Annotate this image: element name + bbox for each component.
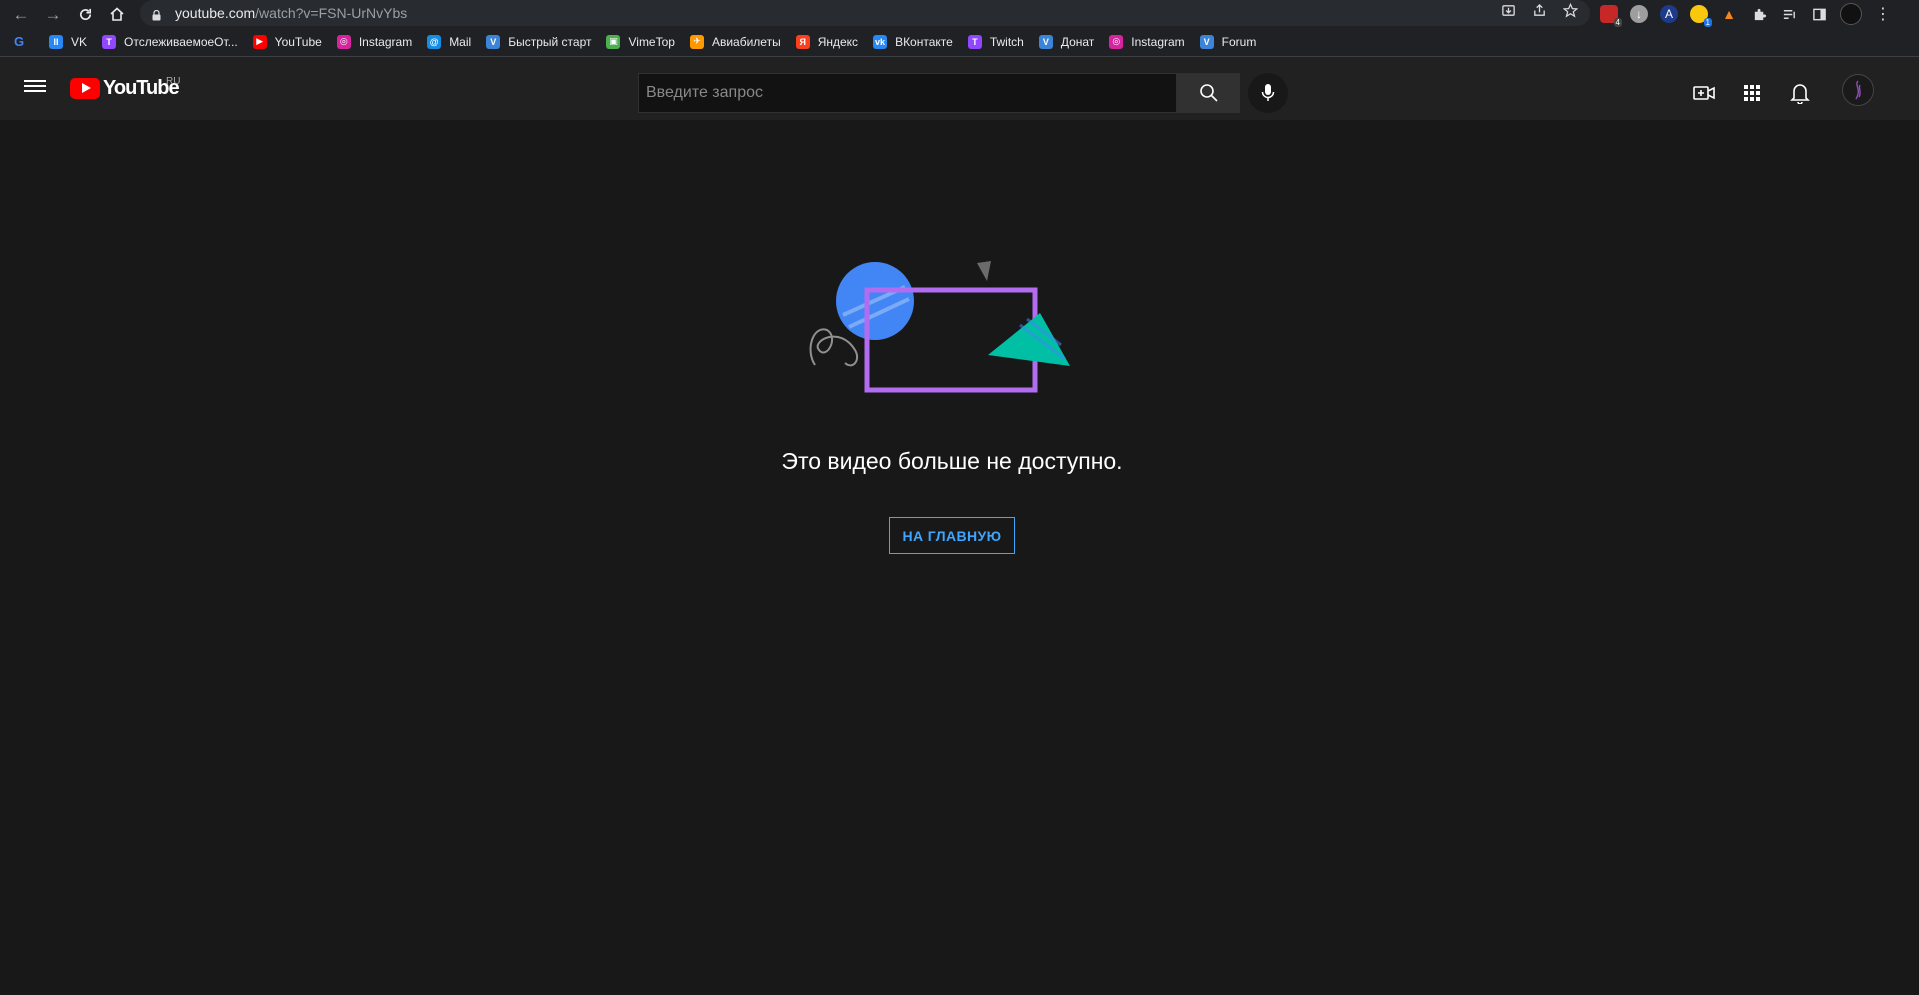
mail-icon: @ [427, 34, 442, 49]
bookmark-item[interactable]: ▣ VimeTop [606, 34, 675, 49]
bookmark-label: ОтслеживаемоеОт... [124, 34, 238, 49]
bookmark-item[interactable]: G [12, 34, 34, 49]
bookmark-item[interactable]: ✈ Авиабилеты [689, 34, 781, 49]
address-bar[interactable]: youtube.com/watch?v=FSN-UrNvYbs [140, 0, 1590, 26]
install-app-icon[interactable] [1501, 3, 1516, 22]
reload-icon[interactable] [74, 3, 96, 25]
translate-extension-icon[interactable]: A [1660, 5, 1678, 23]
bookmark-label: Instagram [358, 34, 413, 49]
vivaldi-icon: V [1038, 34, 1053, 49]
bookmark-item[interactable]: ◎ Instagram [1109, 34, 1185, 49]
tickets-icon: ✈ [689, 34, 704, 49]
bookmark-label: Быстрый старт [508, 34, 592, 49]
go-home-button[interactable]: НА ГЛАВНУЮ [889, 517, 1015, 554]
youtube-masthead: YouTube RU Введите запрос [0, 57, 1919, 120]
hamburger-menu-icon[interactable] [24, 77, 46, 95]
browser-toolbar: ← → youtube.com/watch?v=FSN-UrNvYbs 4 ↓ … [0, 0, 1919, 27]
metamask-extension-icon[interactable]: ▲ [1720, 5, 1738, 23]
google-icon: G [13, 34, 25, 49]
bookmark-item[interactable]: II VK [49, 34, 88, 49]
adblock-extension-icon[interactable]: 4 [1600, 5, 1622, 27]
user-avatar[interactable] [1842, 74, 1874, 106]
yandex-icon: Я [795, 34, 810, 49]
bookmark-label: YouTube [274, 34, 322, 49]
home-icon[interactable] [106, 3, 128, 25]
bookmark-label: Донат [1060, 34, 1095, 49]
lock-icon[interactable] [152, 8, 161, 20]
forward-arrow-icon[interactable]: → [42, 3, 64, 25]
weather-extension-icon[interactable]: 1 [1690, 5, 1712, 27]
error-message: Это видео больше не доступно. [781, 448, 1123, 474]
youtube-logo[interactable]: YouTube [70, 77, 180, 100]
bookmark-item[interactable]: V Донат [1038, 34, 1095, 49]
bookmark-label: Instagram [1131, 34, 1185, 49]
notifications-bell-icon[interactable] [1788, 81, 1812, 105]
youtube-icon: ▶ [252, 34, 267, 49]
vk-icon: vk [873, 34, 888, 49]
drop-shape [977, 261, 991, 281]
bookmark-item[interactable]: vk ВКонтакте [873, 34, 953, 49]
bookmarks-bar: G II VK T ОтслеживаемоеОт... ▶ YouTube ◎ Instagr… [0, 27, 1919, 57]
bookmark-label: Mail [449, 34, 472, 49]
youtube-play-icon [70, 78, 100, 99]
menu-kebab-icon[interactable]: ⋮ [1874, 5, 1892, 23]
bookmark-item[interactable]: @ Mail [427, 34, 472, 49]
back-arrow-icon[interactable]: ← [10, 3, 32, 25]
vk-pause-icon: II [49, 34, 63, 49]
search-placeholder: Введите запрос [646, 84, 763, 101]
search-button[interactable] [1177, 73, 1240, 113]
microphone-icon [1261, 84, 1275, 101]
profile-avatar[interactable] [1840, 3, 1862, 25]
instagram-icon: ◎ [336, 34, 351, 49]
voice-search-button[interactable] [1248, 73, 1288, 113]
region-code: RU [166, 76, 181, 87]
creeper-icon: ▣ [606, 34, 621, 49]
bookmark-item[interactable]: V Forum [1199, 34, 1257, 49]
download-extension-icon[interactable]: ↓ [1630, 5, 1648, 23]
bookmark-star-icon[interactable] [1562, 2, 1579, 22]
bookmark-item[interactable]: T Twitch [967, 34, 1024, 49]
bookmark-item[interactable]: Я Яндекс [795, 34, 859, 49]
search-icon [1199, 84, 1218, 102]
media-control-icon[interactable] [1780, 5, 1798, 23]
twitch-icon: T [102, 34, 117, 49]
error-illustration [809, 261, 1070, 393]
url-text: youtube.com/watch?v=FSN-UrNvYbs [175, 5, 408, 21]
bookmark-label: ВКонтакте [895, 34, 953, 49]
bookmark-item[interactable]: ▶ YouTube [252, 34, 322, 49]
bookmark-item[interactable]: ◎ Instagram [336, 34, 413, 49]
bookmark-label: Яндекс [817, 34, 859, 49]
apps-grid-icon[interactable] [1740, 81, 1764, 105]
bookmark-item[interactable]: T ОтслеживаемоеОт... [102, 34, 238, 49]
extensions-puzzle-icon[interactable] [1750, 5, 1768, 23]
bookmark-label: VK [71, 34, 88, 49]
bookmark-label: VimeTop [628, 34, 675, 49]
vivaldi-icon: V [486, 34, 501, 49]
bookmark-label: Forum [1221, 34, 1257, 49]
search-input[interactable]: Введите запрос [638, 73, 1177, 113]
create-video-icon[interactable] [1692, 81, 1716, 105]
instagram-icon: ◎ [1109, 34, 1124, 49]
side-panel-icon[interactable] [1810, 5, 1828, 23]
vivaldi-icon: V [1199, 34, 1214, 49]
bookmark-label: Twitch [989, 34, 1024, 49]
bookmark-item[interactable]: V Быстрый старт [486, 34, 592, 49]
twitch-icon: T [967, 34, 982, 49]
swirl-decoration [809, 328, 859, 367]
bookmark-label: Авиабилеты [711, 34, 781, 49]
share-icon[interactable] [1532, 3, 1547, 22]
